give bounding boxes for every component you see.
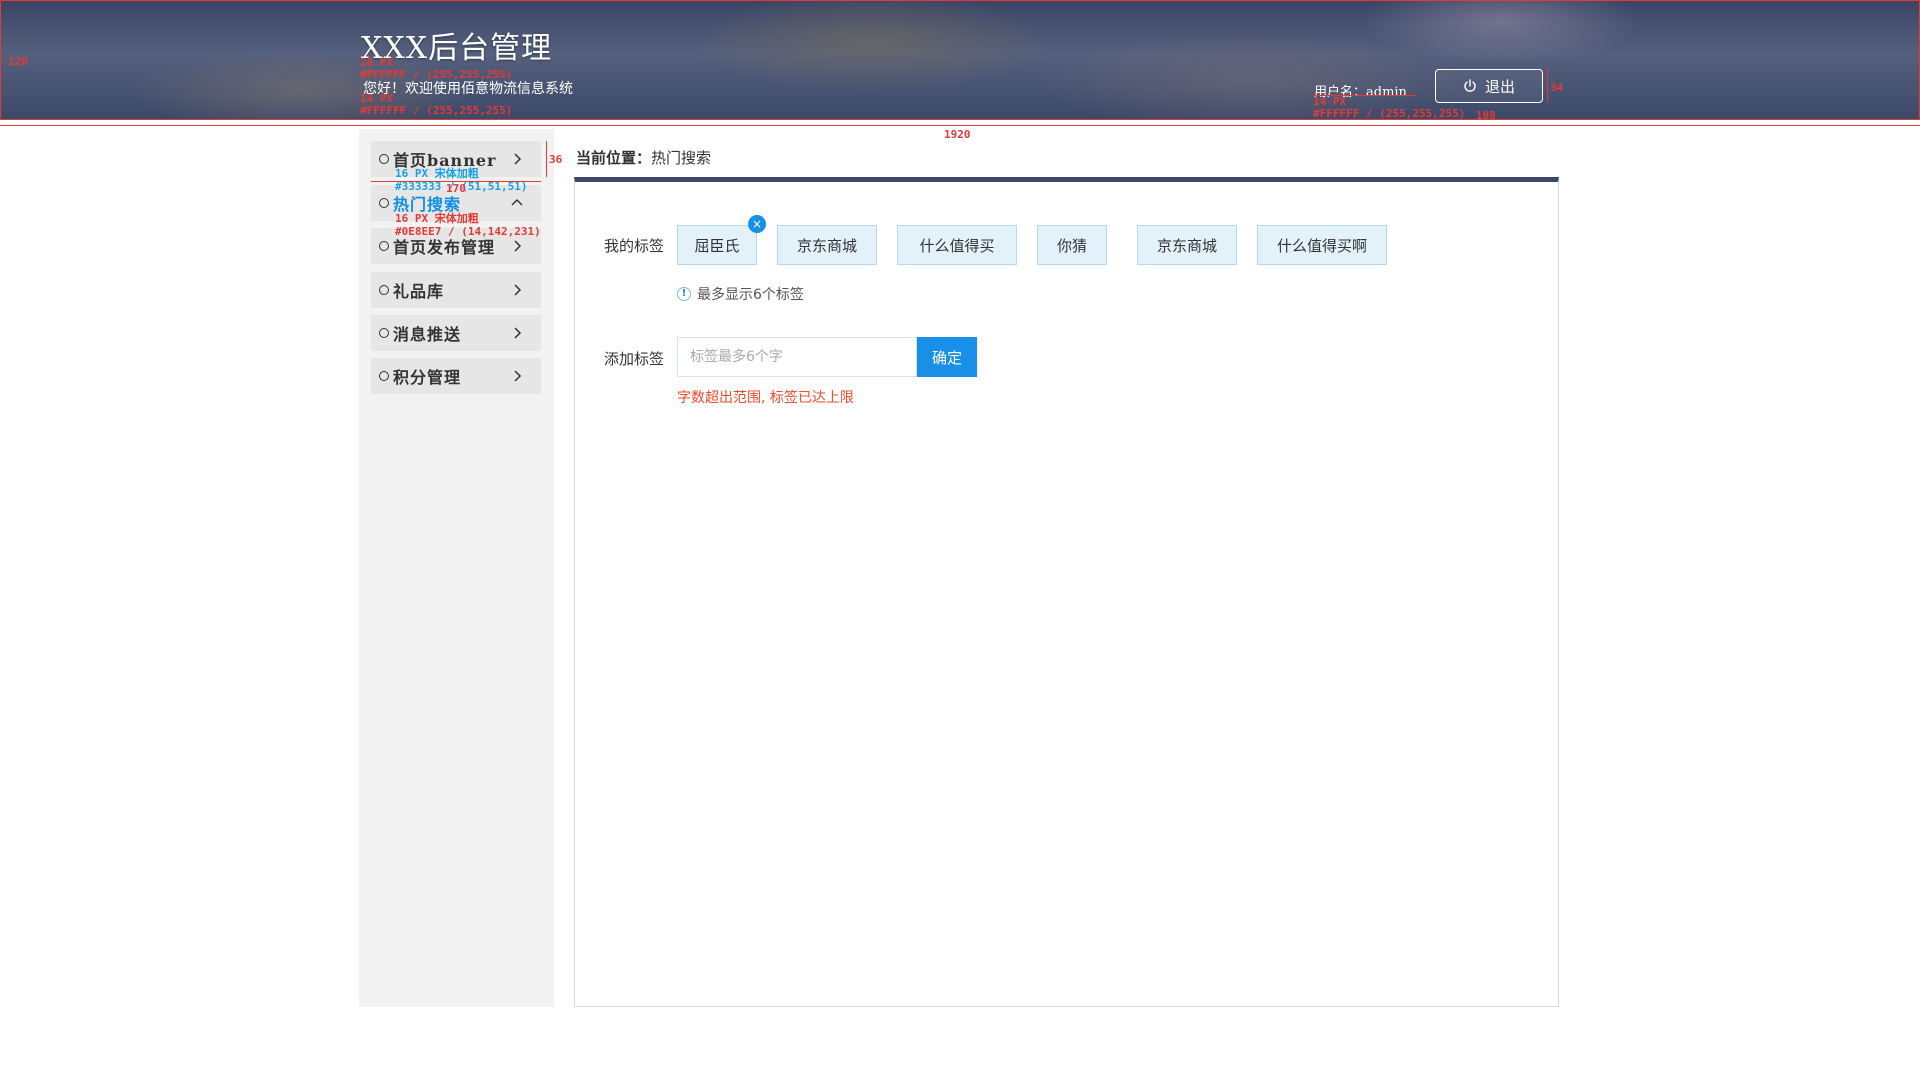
annotation-logout-width: 108 [1476, 109, 1496, 122]
annotation-active-color: #0E8EE7 / (14,142,231) [395, 225, 541, 238]
chevron-right-icon [514, 370, 522, 382]
breadcrumb-label: 当前位置： [576, 149, 652, 167]
circle-bullet-icon [379, 328, 389, 338]
annotation-logout-height: 34 [1550, 81, 1564, 94]
nav-height-line [546, 141, 547, 177]
tag-input[interactable] [677, 337, 917, 377]
tag-chip[interactable]: 京东商城 [1137, 225, 1237, 265]
welcome-text: 您好！欢迎使用佰意物流信息系统 [363, 81, 573, 97]
chevron-right-icon [514, 240, 522, 252]
tag-chip[interactable]: 京东商城 [777, 225, 877, 265]
tag-chip[interactable]: 屈臣氏 [677, 225, 757, 265]
circle-bullet-icon [379, 285, 389, 295]
annotation-welcome-color: #FFFFFF / (255,255,255) [360, 104, 513, 117]
chevron-right-icon [514, 284, 522, 296]
sidebar-item-label: 消息推送 [393, 325, 462, 344]
circle-bullet-icon [379, 371, 389, 381]
logout-height-line [1547, 68, 1548, 102]
annotation-header-height: 120 [8, 55, 28, 68]
logout-label: 退出 [1484, 77, 1515, 96]
width-measure-line [0, 125, 1920, 126]
circle-bullet-icon [379, 198, 389, 208]
header-banner: XXX后台管理 您好！欢迎使用佰意物流信息系统 用户名：admin 退出 [0, 0, 1920, 120]
circle-bullet-icon [379, 241, 389, 251]
close-icon[interactable]: × [748, 215, 766, 233]
circle-bullet-icon [379, 154, 389, 164]
sidebar-item-gift-library[interactable]: 礼品库 [371, 272, 541, 308]
info-icon: ! [677, 287, 691, 301]
annotation-title-color: #FFFFFF / (255,255,255) [360, 68, 513, 81]
sidebar-item-label: 积分管理 [393, 368, 462, 387]
breadcrumb-current: 热门搜索 [651, 149, 712, 167]
tag-chip[interactable]: 什么值得买啊 [1257, 225, 1387, 265]
annotation-nav-font: 16 PX 宋体加粗 [395, 167, 479, 180]
sidebar-item-message-push[interactable]: 消息推送 [371, 315, 541, 351]
sidebar: 首页banner 热门搜索 首页发布管理 礼品库 消息推送 积分管理 [359, 129, 554, 1007]
annotation-nav-width: 170 [446, 182, 466, 195]
chevron-up-icon [511, 198, 523, 206]
confirm-button[interactable]: 确定 [917, 337, 977, 377]
my-tags-label: 我的标签 [604, 237, 665, 255]
content-panel: 我的标签 屈臣氏 × 京东商城 什么值得买 你猜 京东商城 什么值得买啊 ! 最… [574, 177, 1559, 1007]
annotation-user-color: #FFFFFF / (255,255,255) [1313, 107, 1466, 120]
tag-chip[interactable]: 你猜 [1037, 225, 1107, 265]
error-message: 字数超出范围, 标签已达上限 [677, 390, 854, 406]
chevron-right-icon [514, 327, 522, 339]
sidebar-item-points[interactable]: 积分管理 [371, 358, 541, 394]
annotation-nav-height: 36 [549, 153, 563, 166]
tag-limit-hint: ! 最多显示6个标签 [677, 284, 804, 304]
tag-limit-hint-text: 最多显示6个标签 [697, 287, 804, 303]
chevron-right-icon [514, 153, 522, 165]
annotation-active-font: 16 PX 宋体加粗 [395, 212, 479, 225]
annotation-page-width: 1920 [944, 128, 971, 141]
sidebar-item-label: 礼品库 [393, 282, 445, 301]
tag-chip[interactable]: 什么值得买 [897, 225, 1017, 265]
logout-button[interactable]: 退出 [1435, 69, 1543, 103]
power-icon [1464, 79, 1476, 92]
add-tag-label: 添加标签 [604, 350, 665, 368]
breadcrumb: 当前位置：热门搜索 [576, 147, 711, 168]
